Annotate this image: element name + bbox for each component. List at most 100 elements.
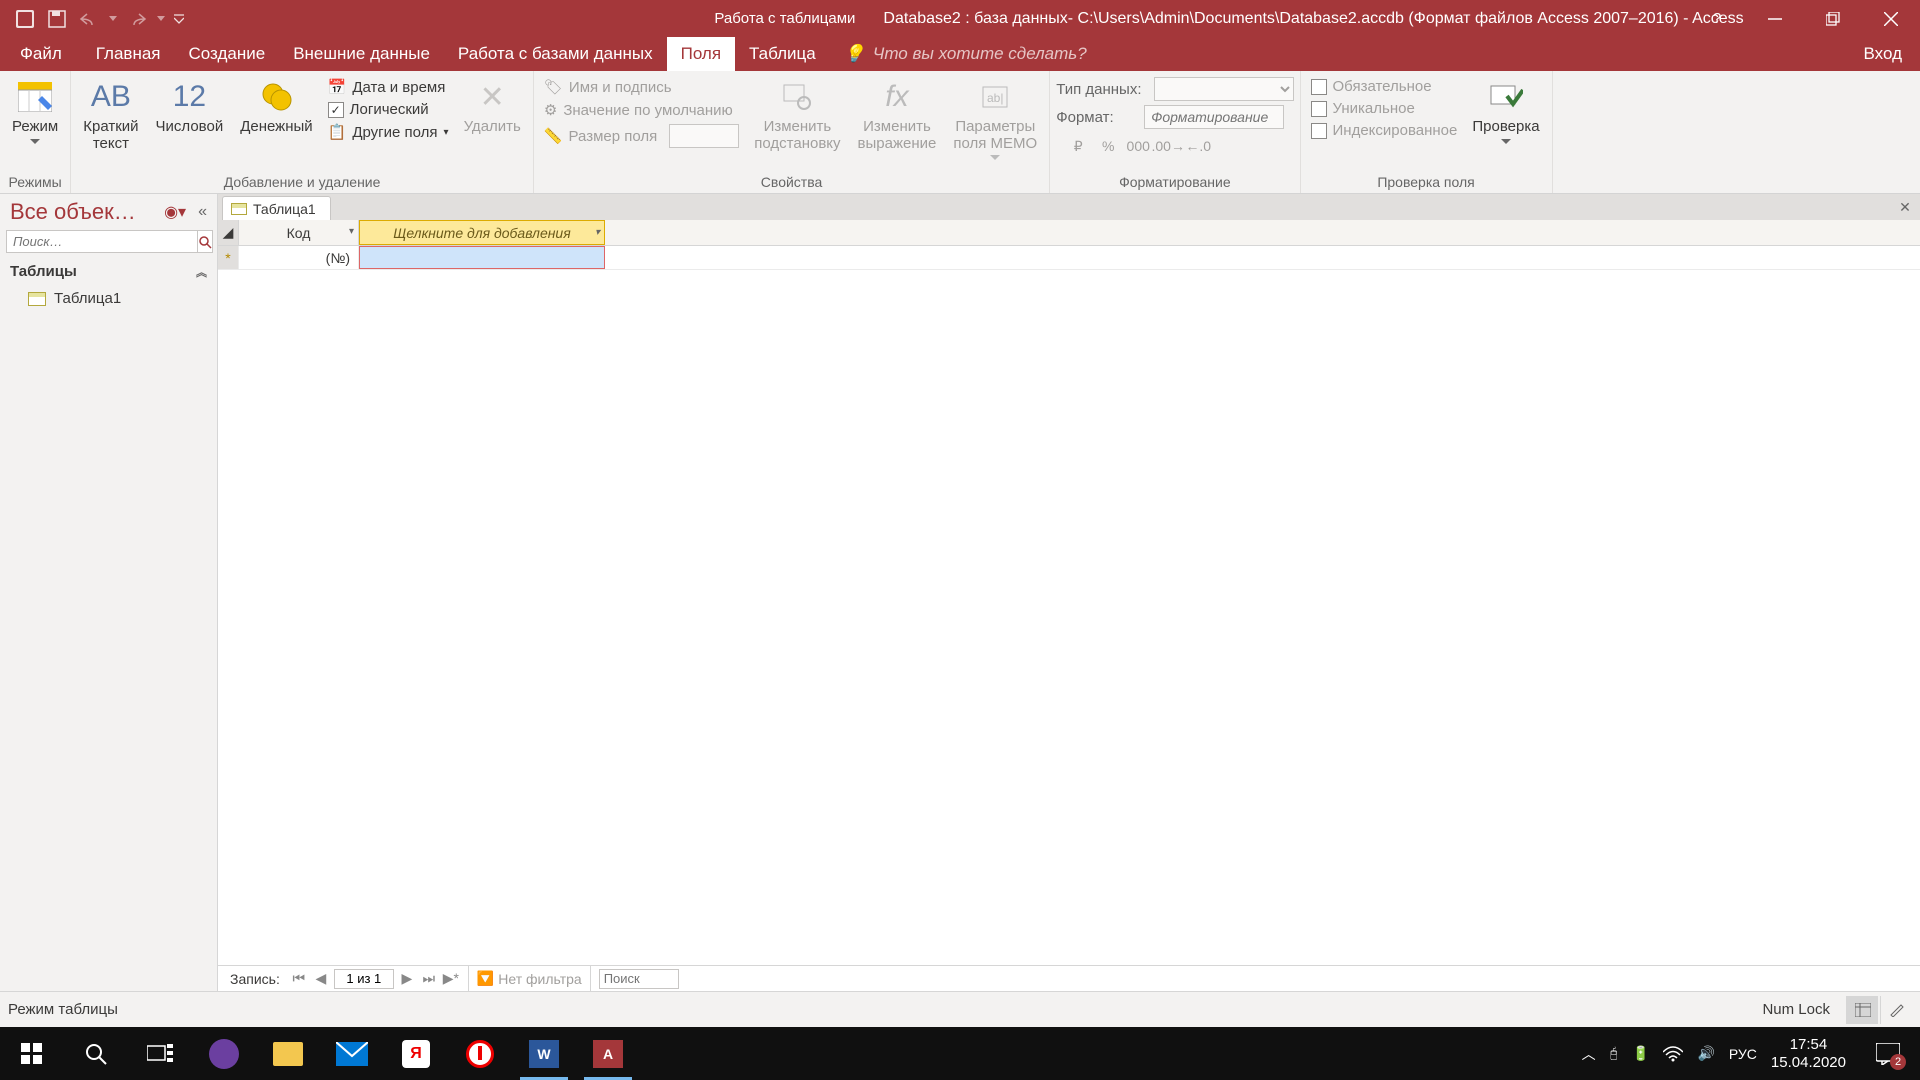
- document-tab-table1[interactable]: Таблица1: [222, 196, 331, 220]
- taskbar-app-alice[interactable]: [192, 1027, 256, 1080]
- record-search-input[interactable]: [599, 969, 679, 989]
- tab-table[interactable]: Таблица: [735, 37, 830, 71]
- currency-format-icon: ₽: [1064, 133, 1092, 159]
- svg-text:ab|: ab|: [987, 91, 1003, 105]
- record-position-input[interactable]: [334, 969, 394, 989]
- prev-record-icon[interactable]: ◀: [312, 970, 330, 988]
- search-button[interactable]: [64, 1027, 128, 1080]
- sign-in-link[interactable]: Вход: [1846, 37, 1920, 71]
- quick-access-toolbar: [0, 0, 188, 37]
- title-bar: Работа с таблицами Database2 : база данн…: [0, 0, 1920, 37]
- yesno-button[interactable]: ✓Логический: [324, 100, 453, 119]
- modify-expression-button: fx Изменить выражение: [852, 74, 943, 152]
- delete-label: Удалить: [464, 119, 521, 136]
- tray-battery-icon[interactable]: 🔋: [1632, 1045, 1649, 1062]
- nav-item-table1[interactable]: Таблица1: [0, 286, 217, 311]
- chevron-down-icon: [1501, 139, 1511, 145]
- taskbar-app-browser[interactable]: [448, 1027, 512, 1080]
- nav-collapse-icon[interactable]: «: [198, 203, 207, 221]
- dropdown-icon[interactable]: ▾: [349, 226, 354, 237]
- tab-external-data[interactable]: Внешние данные: [279, 37, 444, 71]
- taskbar-app-mail[interactable]: [320, 1027, 384, 1080]
- unique-checkbox: Уникальное: [1307, 99, 1462, 118]
- qat-customize-icon[interactable]: [170, 3, 188, 35]
- redo-dropdown-icon[interactable]: [154, 3, 168, 35]
- column-header-add[interactable]: Щелкните для добавления▾: [359, 220, 605, 245]
- nav-dropdown-icon[interactable]: ◉▾: [164, 202, 186, 222]
- row-selector-header[interactable]: ◢: [218, 220, 239, 245]
- view-mode-button[interactable]: Режим: [6, 74, 64, 145]
- default-value-button: ⚙Значение по умолчанию: [540, 100, 743, 120]
- chevron-down-icon: ▾: [444, 127, 449, 138]
- cell-add-new[interactable]: [359, 246, 605, 269]
- currency-button[interactable]: Денежный: [234, 74, 318, 136]
- data-type-label: Тип данных:: [1056, 81, 1147, 98]
- taskbar-app-access[interactable]: A: [576, 1027, 640, 1080]
- filter-indicator: 🔽 Нет фильтра: [468, 966, 591, 992]
- number-button[interactable]: 12 Числовой: [150, 74, 230, 136]
- redo-icon[interactable]: [122, 3, 152, 35]
- format-label: Формат:: [1056, 109, 1138, 126]
- cell-id-new[interactable]: (№): [239, 246, 359, 269]
- last-record-icon[interactable]: ⏭: [420, 970, 438, 988]
- undo-dropdown-icon[interactable]: [106, 3, 120, 35]
- tray-volume-icon[interactable]: 🔊: [1697, 1045, 1714, 1062]
- record-navigator: Запись: ⏮ ◀ ▶ ⏭ ▶* 🔽 Нет фильтра: [218, 965, 1920, 991]
- checkbox-icon: ✓: [328, 102, 344, 118]
- close-document-icon[interactable]: ✕: [1896, 198, 1914, 216]
- taskbar-app-explorer[interactable]: [256, 1027, 320, 1080]
- checkbox-icon: [1311, 123, 1327, 139]
- lightbulb-icon: 💡: [844, 44, 865, 64]
- tray-notifications-icon[interactable]: 2: [1860, 1027, 1916, 1080]
- nav-search-input[interactable]: [6, 230, 197, 253]
- short-text-button[interactable]: AB Краткий текст: [77, 74, 144, 152]
- tray-clock[interactable]: 17:54 15.04.2020: [1771, 1036, 1846, 1071]
- undo-icon[interactable]: [74, 3, 104, 35]
- access-app-icon[interactable]: [10, 3, 40, 35]
- close-icon[interactable]: [1862, 0, 1920, 37]
- start-button[interactable]: [0, 1027, 64, 1080]
- new-record-indicator-icon[interactable]: *: [218, 246, 239, 269]
- validation-button[interactable]: Проверка: [1466, 74, 1545, 145]
- memo-icon: ab|: [976, 78, 1014, 116]
- search-icon[interactable]: [197, 230, 213, 253]
- restore-icon[interactable]: [1804, 0, 1862, 37]
- datasheet-view-btn[interactable]: [1846, 996, 1878, 1024]
- more-fields-button[interactable]: 📋Другие поля▾: [324, 122, 453, 142]
- taskbar-app-word[interactable]: W: [512, 1027, 576, 1080]
- tab-create[interactable]: Создание: [175, 37, 280, 71]
- tray-chevron-icon[interactable]: ︿: [1582, 1044, 1596, 1064]
- ruler-icon: 📏: [544, 127, 563, 145]
- tray-wifi-icon[interactable]: [1663, 1046, 1683, 1062]
- nav-group-tables[interactable]: Таблицы ︽: [0, 257, 217, 286]
- tell-me-search[interactable]: 💡 Что вы хотите сделать?: [830, 37, 1101, 71]
- first-record-icon[interactable]: ⏮: [290, 970, 308, 988]
- datetime-button[interactable]: 📅Дата и время: [324, 77, 453, 97]
- column-header-id[interactable]: Код▾: [239, 220, 359, 245]
- tray-usb-icon[interactable]: 🖯: [1610, 1045, 1618, 1062]
- tab-home[interactable]: Главная: [82, 37, 175, 71]
- tab-database-tools[interactable]: Работа с базами данных: [444, 37, 667, 71]
- more-fields-icon: 📋: [328, 123, 347, 141]
- indexed-checkbox: Индексированное: [1307, 121, 1462, 140]
- dropdown-icon[interactable]: ▾: [595, 227, 600, 238]
- checkbox-icon: [1311, 79, 1327, 95]
- name-caption-button: 🏷Имя и подпись: [540, 77, 743, 97]
- datasheet[interactable]: ◢ Код▾ Щелкните для добавления▾ * (№): [218, 220, 1920, 965]
- required-checkbox: Обязательное: [1307, 77, 1462, 96]
- tray-language[interactable]: РУС: [1729, 1046, 1757, 1062]
- tab-file[interactable]: Файл: [0, 37, 82, 71]
- currency-label: Денежный: [240, 119, 312, 136]
- taskbar-app-yandex[interactable]: Я: [384, 1027, 448, 1080]
- new-record-icon[interactable]: ▶*: [442, 970, 460, 988]
- next-record-icon[interactable]: ▶: [398, 970, 416, 988]
- nav-title[interactable]: Все объек…: [10, 199, 158, 225]
- tab-fields[interactable]: Поля: [667, 37, 735, 71]
- save-icon[interactable]: [42, 3, 72, 35]
- task-view-button[interactable]: [128, 1027, 192, 1080]
- design-view-btn[interactable]: [1880, 996, 1912, 1024]
- help-icon[interactable]: ?: [1688, 0, 1746, 37]
- minimize-icon[interactable]: [1746, 0, 1804, 37]
- decrease-decimals-icon: ←.0: [1184, 133, 1212, 159]
- checkbox-icon: [1311, 101, 1327, 117]
